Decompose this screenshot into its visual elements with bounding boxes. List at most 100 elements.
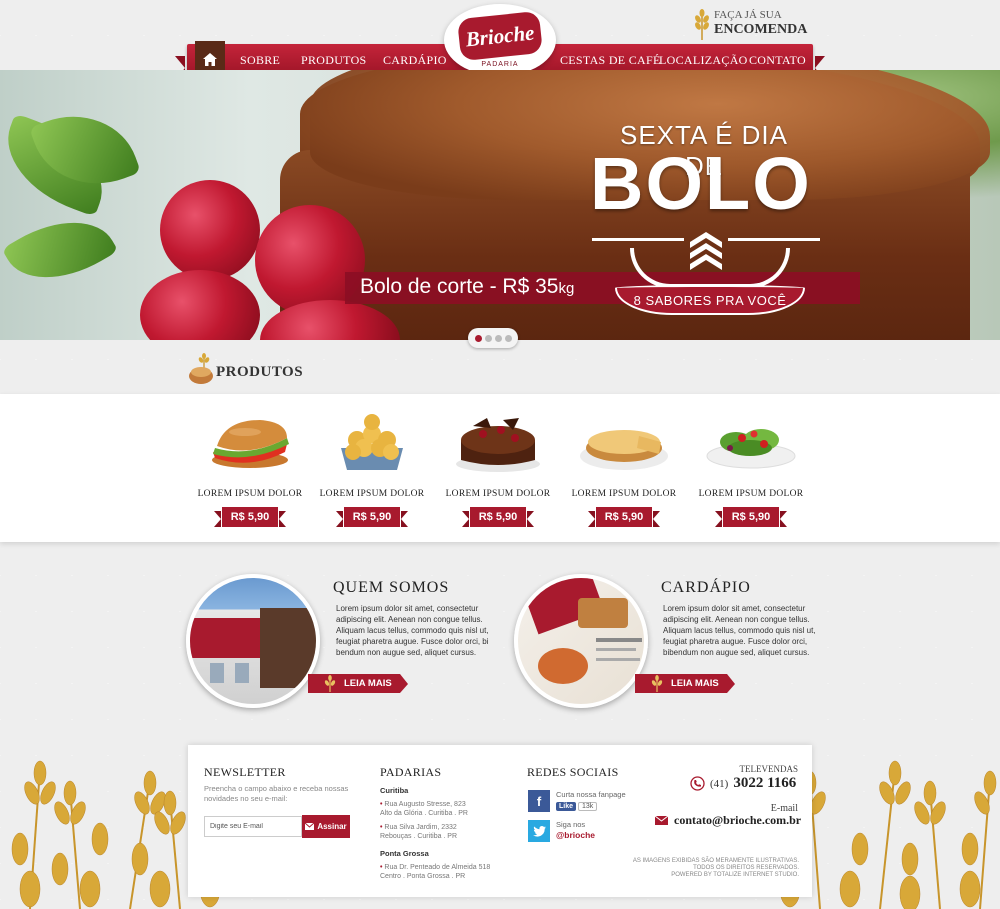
phone-number[interactable]: 3022 1166 <box>733 775 796 792</box>
home-icon <box>203 52 217 66</box>
salad-icon <box>706 429 796 469</box>
product-price[interactable]: R$ 5,90 <box>336 507 408 527</box>
logo-subtitle: PADARIA <box>481 61 519 68</box>
email-address[interactable]: contato@brioche.com.br <box>674 813 801 828</box>
product-name: LOREM IPSUM DOLOR <box>319 489 425 499</box>
pie-icon <box>580 430 668 470</box>
social-title: REDES SOCIAIS <box>527 765 619 779</box>
product-price[interactable]: R$ 5,90 <box>715 507 787 527</box>
envelope-icon <box>655 816 668 825</box>
address-item: Alto da Glória . Curitiba . PR <box>380 810 468 817</box>
encomenda-link[interactable]: FAÇA JÁ SUA ENCOMENDA <box>692 6 812 40</box>
hero-line2: BOLO <box>590 142 812 225</box>
hero-banner[interactable]: Bolo de corte - R$ 35kg SEXTA É DIA DE B… <box>0 70 1000 340</box>
newsletter-subscribe-button[interactable]: Assinar <box>302 815 350 838</box>
encomenda-line2: ENCOMENDA <box>714 22 808 37</box>
brand-logo[interactable]: Brioche PADARIA <box>444 4 556 76</box>
produtos-title: PRODUTOS <box>216 364 304 380</box>
padarias-title: PADARIAS <box>380 765 442 779</box>
product-card[interactable]: LOREM IPSUM DOLOR R$ 5,90 <box>564 412 684 527</box>
wheat-field-decoration <box>11 760 220 909</box>
quem-somos-text: Lorem ipsum dolor sit amet, consectetur … <box>336 604 489 657</box>
slider-dot[interactable] <box>474 334 482 342</box>
slider-dot[interactable] <box>504 334 512 342</box>
legal-text: AS IMAGENS EXIBIDAS SÃO MERAMENTE ILUSTR… <box>600 858 799 879</box>
bread-basket-icon <box>189 353 213 384</box>
wheat-icon <box>324 675 336 692</box>
televendas-label: TELEVENDAS <box>739 764 799 774</box>
hero-divider <box>728 238 820 241</box>
legal-line: AS IMAGENS EXIBIDAS SÃO MERAMENTE ILUSTR… <box>632 858 799 864</box>
hero-price-text: Bolo de corte - R$ 35 <box>360 275 559 298</box>
hero-price: Bolo de corte - R$ 35kg <box>360 275 574 299</box>
phone-icon <box>690 776 705 791</box>
mint-leaf <box>1 199 119 301</box>
product-name: LOREM IPSUM DOLOR <box>571 489 677 499</box>
phone-row: (41) 3022 1166 <box>690 775 796 792</box>
subscribe-label: Assinar <box>317 822 347 831</box>
product-name: LOREM IPSUM DOLOR <box>698 489 804 499</box>
address-line: Rua Silva Jardim, 2332 <box>384 824 457 831</box>
product-card[interactable]: LOREM IPSUM DOLOR R$ 5,90 <box>190 412 310 527</box>
address-line: Rua Augusto Stresse, 823 <box>384 801 466 808</box>
newsletter-email-input[interactable] <box>204 816 302 837</box>
envelope-icon <box>305 823 315 830</box>
sandwich-icon <box>212 420 289 468</box>
quem-somos-image <box>186 574 320 708</box>
header: SOBRE PRODUTOS CARDÁPIO CESTAS DE CAFÉ L… <box>0 0 1000 80</box>
city-curitiba: Curitiba <box>380 786 409 795</box>
product-price[interactable]: R$ 5,90 <box>588 507 660 527</box>
like-count: 13k <box>578 802 598 811</box>
facebook-icon[interactable]: f <box>528 790 550 812</box>
newsletter-title: NEWSLETTER <box>204 765 286 779</box>
address-item: Centro . Ponta Grossa . PR <box>380 873 466 880</box>
legal-line: POWERED BY TOTALIZE INTERNET STUDIO. <box>671 872 799 878</box>
logo-brand: Brioche <box>464 20 536 52</box>
hero-price-unit: kg <box>558 280 575 297</box>
leia-mais-label: LEIA MAIS <box>671 678 719 689</box>
product-card[interactable]: LOREM IPSUM DOLOR R$ 5,90 <box>691 412 811 527</box>
cardapio-text: Lorem ipsum dolor sit amet, consectetur … <box>663 604 816 657</box>
twitter-icon[interactable] <box>528 820 550 842</box>
product-name: LOREM IPSUM DOLOR <box>445 489 551 499</box>
product-name: LOREM IPSUM DOLOR <box>197 489 303 499</box>
logo-badge: Brioche <box>457 10 543 62</box>
address-item: • Rua Augusto Stresse, 823 <box>380 801 466 808</box>
hero-divider <box>592 238 684 241</box>
slider-dot[interactable] <box>494 334 502 342</box>
cheese-bread-icon <box>341 414 403 470</box>
wheat-icon <box>695 9 709 40</box>
quem-somos-title: QUEM SOMOS <box>333 579 450 596</box>
leia-mais-label: LEIA MAIS <box>344 678 392 689</box>
raspberry <box>160 180 260 280</box>
hero-ribbon: 8 SABORES PRA VOCÊ <box>615 285 805 315</box>
cardapio-leia-mais-button[interactable]: LEIA MAIS <box>635 674 735 693</box>
facebook-text: Curta nossa fanpage <box>556 790 626 799</box>
address-item: • Rua Dr. Penteado de Almeida 518 <box>380 864 491 871</box>
hero-arc <box>630 248 790 288</box>
phone-prefix: (41) <box>710 777 729 790</box>
slider-dot[interactable] <box>484 334 492 342</box>
twitter-text: Siga nos <box>556 820 586 829</box>
address-item: • Rua Silva Jardim, 2332 <box>380 824 457 831</box>
city-ponta-grossa: Ponta Grossa <box>380 849 429 858</box>
cardapio-title: CARDÁPIO <box>661 579 751 596</box>
wheat-icon <box>651 675 663 692</box>
address-line: Rua Dr. Penteado de Almeida 518 <box>384 864 491 871</box>
wheat-field-decoration <box>780 760 997 909</box>
cardapio-image <box>514 574 648 708</box>
product-card[interactable]: LOREM IPSUM DOLOR R$ 5,90 <box>312 412 432 527</box>
twitter-handle[interactable]: @brioche <box>556 830 595 840</box>
quem-somos-leia-mais-button[interactable]: LEIA MAIS <box>308 674 408 693</box>
slider-dots <box>468 328 518 348</box>
encomenda-line1: FAÇA JÁ SUA <box>714 9 782 21</box>
hero-line3: 8 SABORES PRA VOCÊ <box>633 292 787 308</box>
product-price[interactable]: R$ 5,90 <box>214 507 286 527</box>
legal-line: TODOS OS DIREITOS RESERVADOS. <box>693 865 799 871</box>
product-price[interactable]: R$ 5,90 <box>462 507 534 527</box>
raspberry <box>140 270 260 340</box>
like-label: Like <box>556 802 577 811</box>
facebook-like-button[interactable]: Like 13k <box>556 800 598 813</box>
email-row: contato@brioche.com.br <box>655 813 801 828</box>
product-card[interactable]: LOREM IPSUM DOLOR R$ 5,90 <box>438 412 558 527</box>
